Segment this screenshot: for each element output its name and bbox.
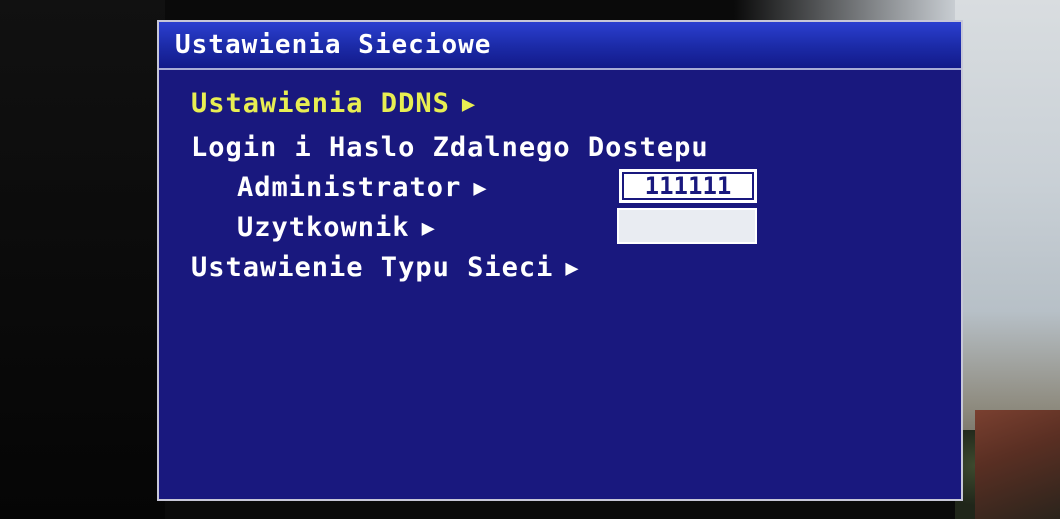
menu-item-user[interactable]: Uzytkownik ▶ — [237, 212, 436, 243]
menu-item-label: Administrator — [237, 172, 462, 203]
network-settings-panel: Ustawienia Sieciowe Ustawienia DDNS ▶ Log… — [157, 20, 963, 501]
background-bottom — [165, 500, 955, 519]
user-password-field[interactable] — [617, 208, 757, 244]
menu-item-label: Ustawienie Typu Sieci — [191, 252, 554, 283]
title-bar: Ustawienia Sieciowe — [159, 22, 961, 70]
administrator-password-field[interactable]: 111111 — [619, 169, 757, 203]
background-top — [165, 0, 955, 20]
menu-item-network-type[interactable]: Ustawienie Typu Sieci ▶ — [191, 252, 580, 283]
arrow-right-icon: ▶ — [421, 216, 436, 241]
arrow-right-icon: ▶ — [473, 176, 488, 201]
panel-title: Ustawienia Sieciowe — [175, 30, 492, 60]
section-label: Login i Haslo Zdalnego Dostepu — [191, 132, 709, 163]
remote-access-heading: Login i Haslo Zdalnego Dostepu — [191, 132, 709, 163]
menu-item-administrator[interactable]: Administrator ▶ — [237, 172, 488, 203]
background-scene — [955, 0, 1060, 519]
menu-item-label: Ustawienia DDNS — [191, 88, 450, 119]
arrow-right-icon: ▶ — [461, 92, 477, 117]
menu-item-label: Uzytkownik — [237, 212, 410, 243]
background-roof — [975, 410, 1060, 519]
menu-item-ddns-settings[interactable]: Ustawienia DDNS ▶ — [191, 88, 476, 119]
background-left — [0, 0, 165, 519]
arrow-right-icon: ▶ — [565, 256, 580, 281]
